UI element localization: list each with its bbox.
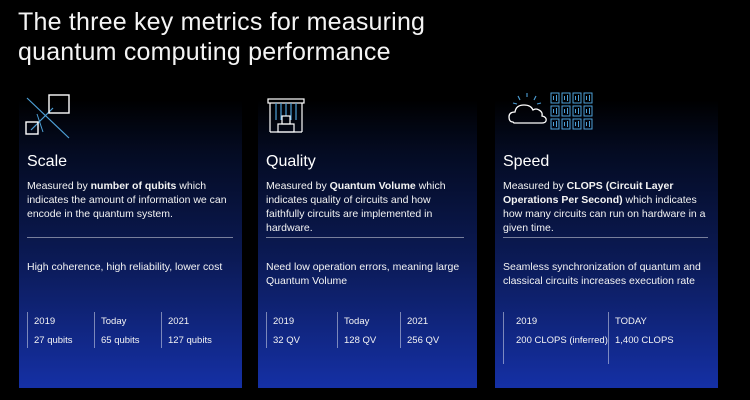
stat-value: 200 CLOPS (inferred) [516, 335, 608, 346]
stat-value: 32 QV [273, 335, 300, 346]
stat-item: 2019 32 QV [266, 312, 337, 348]
stat-year: 2019 [273, 316, 295, 327]
card-divider [27, 237, 233, 238]
stat-item: 2021 256 QV [400, 312, 471, 348]
page-title: The three key metrics for measuring quan… [18, 7, 425, 67]
metric-card-scale: Scale Measured by number of qubits which… [19, 94, 242, 388]
qubit-scale-icon [25, 94, 70, 139]
card-note: Need low operation errors, meaning large… [266, 261, 460, 287]
quantum-chip-icon [267, 98, 305, 133]
stat-year: 2021 [168, 316, 190, 327]
stat-item: TODAY 1,400 CLOPS [608, 312, 707, 364]
card-heading: Speed [503, 153, 550, 170]
stat-item: Today 65 qubits [94, 312, 161, 348]
stat-item: 2019 27 qubits [27, 312, 94, 348]
stat-value: 27 qubits [34, 335, 73, 346]
stat-item: 2021 127 qubits [161, 312, 232, 348]
title-line-1: The three key metrics for measuring [18, 8, 426, 36]
stat-year: 2019 [516, 316, 538, 327]
stat-year: 2021 [407, 316, 429, 327]
stats-row: 2019 32 QV Today 128 QV 2021 256 QV [266, 312, 471, 348]
stats-row: 2019 27 qubits Today 65 qubits 2021 127 … [27, 312, 232, 348]
card-description: Measured by Quantum Volume which indicat… [266, 180, 446, 234]
card-divider [266, 237, 464, 238]
stat-year: Today [101, 316, 127, 327]
stat-year: Today [344, 316, 370, 327]
metric-card-quality: Quality Measured by Quantum Volume which… [258, 98, 477, 388]
card-divider [503, 237, 708, 238]
stats-row: 2019 200 CLOPS (inferred) TODAY 1,400 CL… [503, 312, 707, 364]
metric-card-speed: Speed Measured by CLOPS (Circuit Layer O… [495, 92, 718, 388]
stat-item: Today 128 QV [337, 312, 400, 348]
card-description: Measured by CLOPS (Circuit Layer Operati… [503, 180, 706, 234]
cloud-circuits-icon [508, 92, 593, 130]
slide: The three key metrics for measuring quan… [0, 0, 750, 400]
card-description: Measured by number of qubits which indic… [27, 180, 227, 220]
stat-item: 2019 200 CLOPS (inferred) [503, 312, 608, 364]
card-heading: Quality [266, 153, 316, 170]
card-note: Seamless synchronization of quantum and … [503, 261, 701, 287]
stat-value: 256 QV [407, 335, 440, 346]
stat-value: 128 QV [344, 335, 377, 346]
stat-year: 2019 [34, 316, 56, 327]
stat-value: 1,400 CLOPS [615, 335, 674, 346]
title-line-2: quantum computing performance [18, 38, 391, 66]
stat-year: TODAY [615, 316, 647, 327]
card-heading: Scale [27, 153, 68, 170]
stat-value: 127 qubits [168, 335, 212, 346]
stat-value: 65 qubits [101, 335, 140, 346]
card-note: High coherence, high reliability, lower … [27, 261, 223, 273]
